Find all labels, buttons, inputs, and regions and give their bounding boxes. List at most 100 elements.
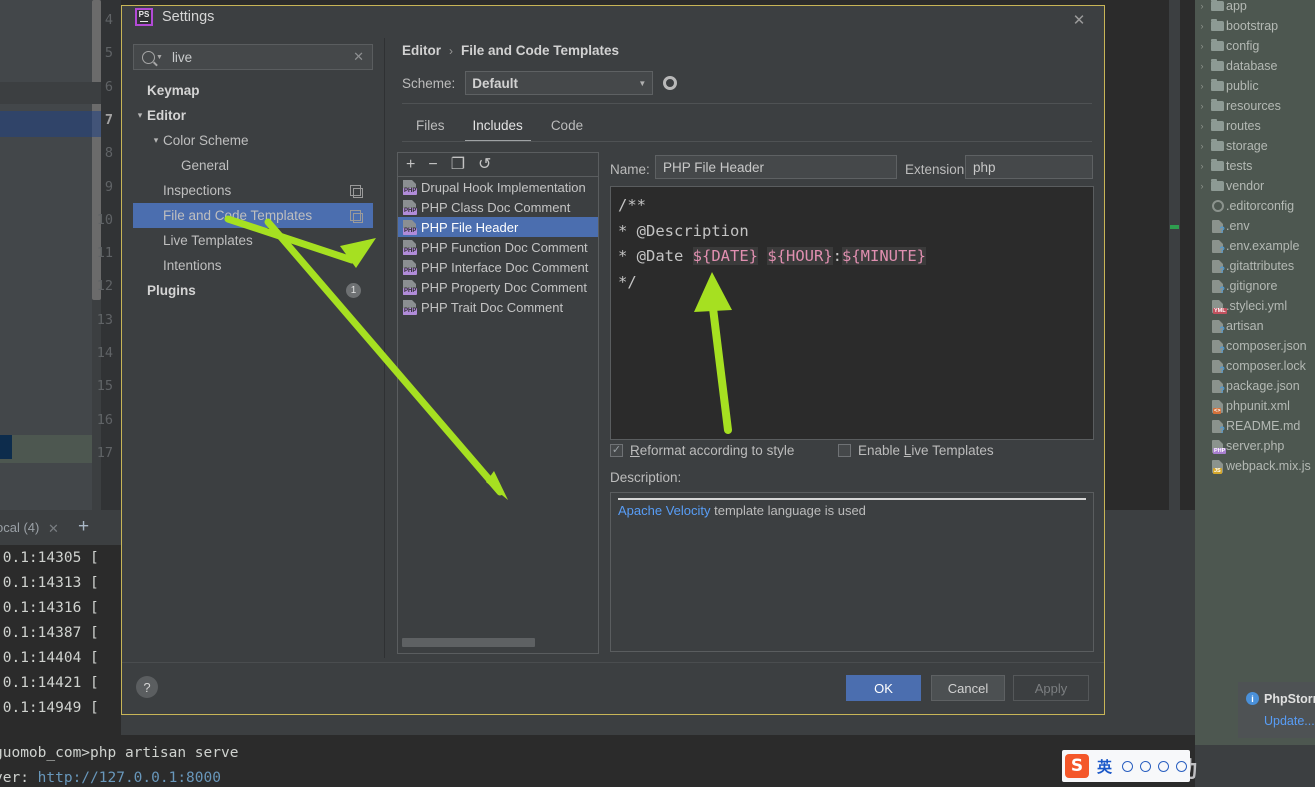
extension-input[interactable]: php: [965, 155, 1093, 179]
sidebar-item-file-and-code-templates[interactable]: File and Code Templates: [133, 203, 373, 228]
project-tree-item[interactable]: › database: [1195, 56, 1315, 76]
project-tree-item[interactable]: ? composer.json: [1195, 336, 1315, 356]
name-input[interactable]: PHP File Header: [655, 155, 897, 179]
project-tree-item[interactable]: ? composer.lock: [1195, 356, 1315, 376]
clear-icon[interactable]: ✕: [353, 49, 364, 65]
settings-search-input[interactable]: ▼ live ✕: [133, 44, 373, 70]
ime-icon-3[interactable]: [1158, 760, 1170, 772]
template-list-item[interactable]: PHP PHP Interface Doc Comment: [398, 257, 598, 277]
chevron-right-icon[interactable]: ›: [1195, 41, 1209, 51]
sidebar-item-intentions[interactable]: Intentions: [133, 253, 373, 278]
project-tree-item[interactable]: › resources: [1195, 96, 1315, 116]
ok-button[interactable]: OK: [846, 675, 921, 701]
ime-icon-1[interactable]: [1122, 760, 1134, 772]
chevron-down-icon[interactable]: ▾: [133, 110, 147, 121]
project-tree-item[interactable]: › config: [1195, 36, 1315, 56]
project-tree-item[interactable]: ? .gitignore: [1195, 276, 1315, 296]
project-tree-item[interactable]: › tests: [1195, 156, 1315, 176]
project-tree-item[interactable]: › vendor: [1195, 176, 1315, 196]
template-list-item[interactable]: PHP PHP Trait Doc Comment: [398, 297, 598, 317]
project-tree-item[interactable]: <> phpunit.xml: [1195, 396, 1315, 416]
sidebar-item-general[interactable]: General: [133, 153, 373, 178]
terminal-tab-label[interactable]: ocal (4): [0, 520, 39, 535]
template-list-item[interactable]: PHP PHP Class Doc Comment: [398, 197, 598, 217]
chevron-down-icon[interactable]: ▾: [149, 135, 163, 146]
project-tree-item[interactable]: JS webpack.mix.js: [1195, 456, 1315, 476]
revert-icon[interactable]: ↺: [478, 156, 491, 173]
sidebar-item-inspections[interactable]: Inspections: [133, 178, 373, 203]
project-tree-item[interactable]: › public: [1195, 76, 1315, 96]
chevron-down-icon[interactable]: ▼: [156, 54, 163, 61]
project-tree-item[interactable]: ? README.md: [1195, 416, 1315, 436]
sidebar-item-live-templates[interactable]: Live Templates: [133, 228, 373, 253]
project-tree-item[interactable]: YML .styleci.yml: [1195, 296, 1315, 316]
project-tree-item[interactable]: ? .env.example: [1195, 236, 1315, 256]
sidebar-item-editor[interactable]: ▾ Editor: [133, 103, 373, 128]
template-list[interactable]: PHP PHP Trait Doc Comment PHP PHP Property …: [397, 176, 599, 654]
copy-icon[interactable]: [350, 185, 363, 198]
ime-icons[interactable]: [1122, 760, 1188, 772]
project-tree-item[interactable]: ? .gitattributes: [1195, 256, 1315, 276]
sidebar-item-keymap[interactable]: Keymap: [133, 78, 373, 103]
ime-toolbar[interactable]: S 英: [1062, 750, 1190, 782]
template-list-item[interactable]: PHP PHP File Header: [398, 217, 598, 237]
ime-icon-2[interactable]: [1140, 760, 1152, 772]
template-list-hscrollbar-thumb[interactable]: [402, 638, 535, 647]
project-tree-item[interactable]: PHP server.php: [1195, 436, 1315, 456]
template-list-item[interactable]: PHP PHP Property Doc Comment: [398, 277, 598, 297]
template-tabs[interactable]: Files Includes Code: [402, 112, 597, 142]
chevron-right-icon[interactable]: ›: [1195, 81, 1209, 91]
add-icon[interactable]: +: [78, 516, 89, 538]
project-tree-item-label: composer.lock: [1226, 359, 1306, 373]
ime-icon-4[interactable]: [1176, 760, 1188, 772]
help-button[interactable]: ?: [136, 676, 158, 698]
project-tree-item[interactable]: › bootstrap: [1195, 16, 1315, 36]
project-tree-item[interactable]: ? .env: [1195, 216, 1315, 236]
project-tree-item[interactable]: › storage: [1195, 136, 1315, 156]
update-link[interactable]: Update...: [1264, 714, 1315, 728]
copy-icon[interactable]: [350, 210, 363, 223]
project-tree-item[interactable]: › app: [1195, 0, 1315, 16]
tab-code[interactable]: Code: [537, 112, 597, 142]
template-list-item[interactable]: PHP Drupal Hook Implementation: [398, 177, 598, 197]
template-list-toolbar[interactable]: + − ❐ ↺: [397, 152, 599, 176]
close-icon[interactable]: ✕: [48, 521, 59, 537]
checkbox-box[interactable]: [838, 444, 851, 457]
cancel-button[interactable]: Cancel: [931, 675, 1005, 701]
project-tree-item[interactable]: ? package.json: [1195, 376, 1315, 396]
checkbox-enable-live-templates[interactable]: Enable Live Templates: [838, 443, 994, 458]
apache-velocity-link[interactable]: Apache Velocity: [618, 503, 711, 518]
chevron-right-icon[interactable]: ›: [1195, 181, 1209, 191]
tab-includes[interactable]: Includes: [459, 112, 537, 142]
scheme-select[interactable]: Default ▼: [465, 71, 654, 95]
chevron-right-icon[interactable]: ›: [1195, 21, 1209, 31]
project-tree-item[interactable]: .editorconfig: [1195, 196, 1315, 216]
checkbox-box[interactable]: ✓: [610, 444, 623, 457]
tab-files[interactable]: Files: [402, 112, 459, 142]
chevron-right-icon[interactable]: ›: [1195, 1, 1209, 11]
chevron-right-icon[interactable]: ›: [1195, 161, 1209, 171]
apply-button[interactable]: Apply: [1013, 675, 1089, 701]
template-code-editor[interactable]: /** * @Description * @Date ${DATE} ${HOUR}…: [610, 186, 1094, 440]
checkbox-reformat-according-to-style[interactable]: ✓ Reformat according to style: [610, 443, 794, 458]
chevron-right-icon[interactable]: ›: [1195, 61, 1209, 71]
project-tree-item[interactable]: › routes: [1195, 116, 1315, 136]
chevron-right-icon[interactable]: ›: [1195, 121, 1209, 131]
minus-icon[interactable]: −: [428, 156, 437, 173]
close-icon[interactable]: ✕: [1070, 12, 1088, 30]
project-tree-item[interactable]: ? artisan: [1195, 316, 1315, 336]
chevron-right-icon[interactable]: ›: [1195, 101, 1209, 111]
plus-icon[interactable]: +: [406, 156, 415, 173]
terminal-url[interactable]: http://127.0.0.1:8000: [38, 770, 221, 786]
sidebar-item-color-scheme[interactable]: ▾ Color Scheme: [133, 128, 373, 153]
update-notification[interactable]: i PhpStorm 20 Update...: [1238, 682, 1315, 738]
editor-scrollbar[interactable]: [1169, 0, 1180, 510]
sidebar-item-plugins[interactable]: Plugins 1: [133, 278, 373, 303]
copy-icon[interactable]: ❐: [451, 156, 465, 173]
template-list-item[interactable]: PHP PHP Function Doc Comment: [398, 237, 598, 257]
ime-mode-label[interactable]: 英: [1097, 756, 1112, 777]
chevron-right-icon[interactable]: ›: [1195, 141, 1209, 151]
project-tree-panel[interactable]: › app › bootstrap › config › database › public › re…: [1195, 0, 1315, 745]
settings-category-tree[interactable]: Keymap ▾ Editor ▾ Color Scheme General Inspect…: [133, 78, 373, 638]
gear-icon[interactable]: [663, 76, 678, 90]
